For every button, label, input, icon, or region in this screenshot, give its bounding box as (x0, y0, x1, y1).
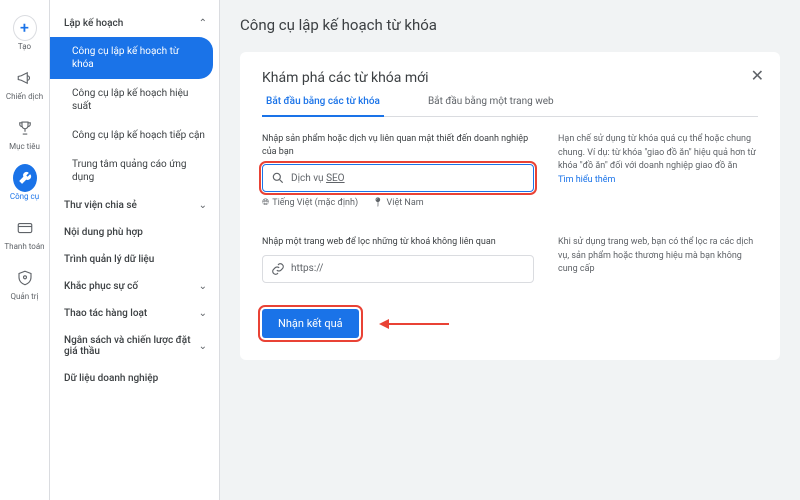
sidebar-item-label: Trình quản lý dữ liệu (64, 254, 154, 265)
rail-label: Chiến dịch (6, 92, 43, 101)
tab-start-with-website[interactable]: Bắt đầu bằng một trang web (424, 96, 558, 116)
sidebar-group-label: Lập kế hoạch (64, 18, 123, 29)
learn-more-link[interactable]: Tìm hiểu thêm (558, 175, 615, 185)
sidebar-item-data-manager[interactable]: Trình quản lý dữ liệu (50, 246, 219, 273)
sidebar-group-label: Thư viện chia sẻ (64, 200, 137, 211)
wrench-icon (13, 166, 37, 190)
sidebar-group-label: Khắc phục sự cố (64, 281, 138, 292)
sidebar-group-troubleshooting[interactable]: Khắc phục sự cố ⌄ (50, 273, 219, 300)
sidebar-item-label: Dữ liệu doanh nghiệp (64, 373, 158, 384)
keyword-input[interactable]: Dịch vụ SEO (262, 164, 534, 192)
main-content: Công cụ lập kế hoạch từ khóa ✕ Khám phá … (220, 0, 800, 500)
page-title: Công cụ lập kế hoạch từ khóa (240, 16, 780, 34)
sidebar-group-bulk-actions[interactable]: Thao tác hàng loạt ⌄ (50, 300, 219, 327)
sidebar-item-performance-planner[interactable]: Công cụ lập kế hoạch hiệu suất (50, 79, 219, 121)
chevron-up-icon: ⌃ (199, 18, 207, 29)
search-icon (271, 171, 285, 185)
chevron-down-icon: ⌄ (199, 281, 207, 292)
sidebar-group-label: Ngân sách và chiến lược đặt giá thầu (64, 335, 199, 357)
sidebar: Lập kế hoạch ⌃ Công cụ lập kế hoạch từ k… (50, 0, 220, 500)
link-icon (271, 262, 285, 276)
location-icon: 📍︎ (372, 198, 383, 208)
plus-icon: + (13, 16, 37, 40)
rail-tools[interactable]: Công cụ (1, 158, 49, 208)
sidebar-item-reach-planner[interactable]: Công cụ lập kế hoạch tiếp cận (50, 121, 219, 150)
rail-label: Mục tiêu (9, 142, 40, 151)
left-rail: + Tạo Chiến dịch Mục tiêu Công cụ Thanh … (0, 0, 50, 500)
site-help-text: Khi sử dụng trang web, bạn có thể lọc ra… (558, 236, 758, 277)
rail-create[interactable]: + Tạo (1, 8, 49, 58)
sidebar-group-label: Thao tác hàng loạt (64, 308, 147, 319)
rail-billing[interactable]: Thanh toán (1, 208, 49, 258)
shield-icon (13, 266, 37, 290)
discover-keywords-card: ✕ Khám phá các từ khóa mới Bắt đầu bằng … (240, 52, 780, 360)
location-selector[interactable]: 📍︎ Việt Nam (372, 198, 424, 208)
sidebar-group-planning[interactable]: Lập kế hoạch ⌃ (50, 10, 219, 37)
get-results-button[interactable]: Nhận kết quả (262, 309, 359, 338)
rail-campaigns[interactable]: Chiến dịch (1, 58, 49, 108)
tabs: Bắt đầu bằng các từ khóa Bắt đầu bằng mộ… (262, 96, 758, 117)
site-input[interactable]: https:// (262, 255, 534, 283)
language-selector[interactable]: 🌐︎ Tiếng Việt (mặc định) (262, 198, 358, 208)
location-label: Việt Nam (387, 198, 424, 208)
site-input-label: Nhập một trang web để lọc những từ khoá … (262, 236, 534, 249)
site-input-placeholder: https:// (291, 263, 525, 274)
sidebar-item-label: Nội dung phù hợp (64, 227, 143, 238)
chevron-down-icon: ⌄ (199, 308, 207, 319)
chevron-down-icon: ⌄ (199, 200, 207, 211)
rail-admin[interactable]: Quản trị (1, 258, 49, 308)
keyword-input-label: Nhập sản phẩm hoặc dịch vụ liên quan mật… (262, 133, 534, 158)
card-title: Khám phá các từ khóa mới (262, 70, 758, 86)
rail-label: Quản trị (11, 292, 39, 301)
rail-label: Tạo (18, 42, 31, 51)
trophy-icon (13, 116, 37, 140)
megaphone-icon (13, 66, 37, 90)
rail-goals[interactable]: Mục tiêu (1, 108, 49, 158)
sidebar-item-content-suitability[interactable]: Nội dung phù hợp (50, 219, 219, 246)
sidebar-group-budgets[interactable]: Ngân sách và chiến lược đặt giá thầu ⌄ (50, 327, 219, 365)
keyword-help-text: Hạn chế sử dụng từ khóa quá cụ thể hoặc … (558, 133, 758, 174)
sidebar-item-keyword-planner[interactable]: Công cụ lập kế hoạch từ khóa (50, 37, 213, 79)
tab-start-with-keywords[interactable]: Bắt đầu bằng các từ khóa (262, 96, 384, 117)
rail-label: Thanh toán (4, 242, 44, 251)
sidebar-item-business-data[interactable]: Dữ liệu doanh nghiệp (50, 365, 219, 392)
chevron-down-icon: ⌄ (199, 341, 207, 352)
sidebar-group-shared-library[interactable]: Thư viện chia sẻ ⌄ (50, 192, 219, 219)
keyword-input-placeholder: Dịch vụ SEO (291, 173, 525, 184)
language-label: Tiếng Việt (mặc định) (272, 198, 358, 208)
close-icon[interactable]: ✕ (751, 66, 764, 85)
annotation-arrow (379, 313, 449, 332)
sidebar-item-app-ads-hub[interactable]: Trung tâm quảng cáo ứng dụng (50, 150, 219, 192)
language-icon: 🌐︎ (262, 198, 269, 208)
card-icon (13, 216, 37, 240)
rail-label: Công cụ (10, 192, 39, 201)
